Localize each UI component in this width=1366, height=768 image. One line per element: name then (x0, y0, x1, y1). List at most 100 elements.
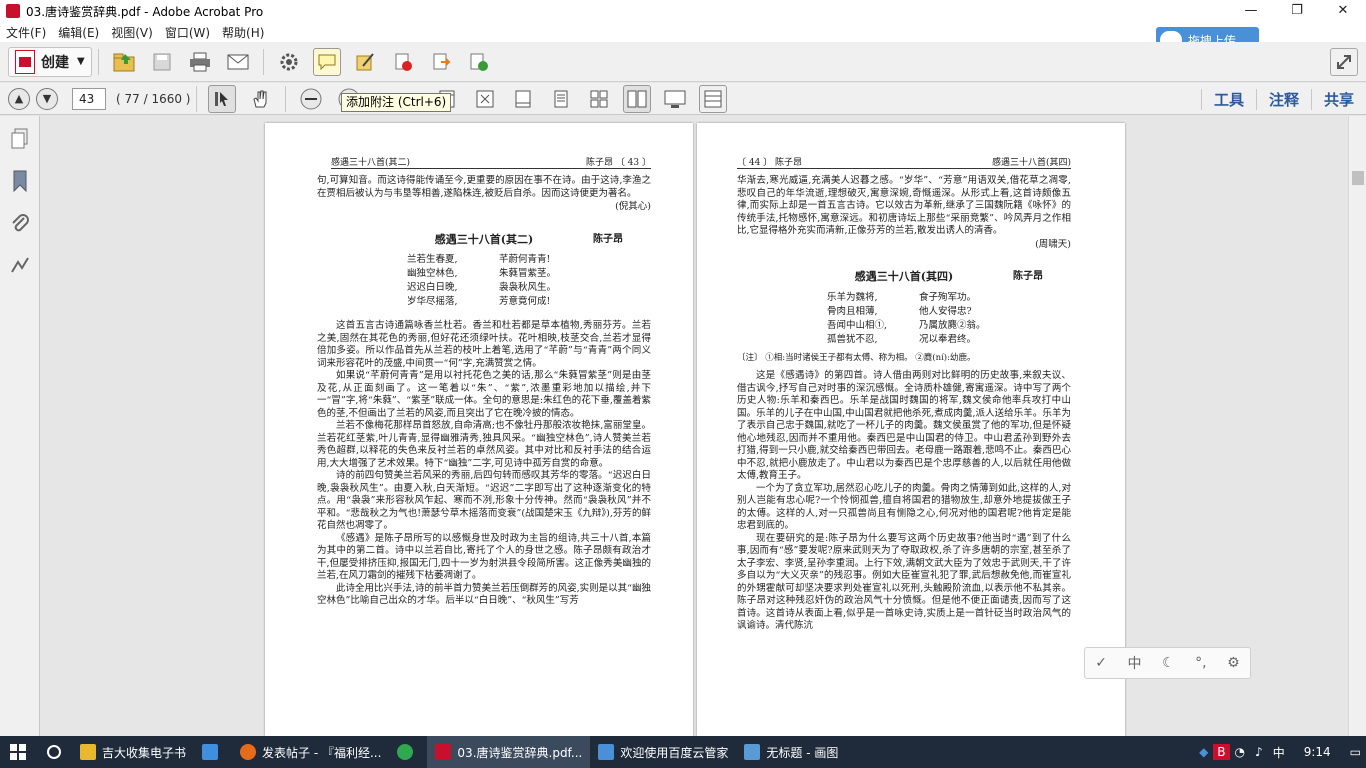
moon-icon[interactable]: ☾ (1162, 655, 1175, 671)
poem-title-text: 感遇三十八首(其四) (854, 270, 954, 283)
toolbar-divider (196, 85, 198, 112)
restore-button[interactable]: ❐ (1274, 0, 1320, 22)
poem-half: 他人安得忠? (919, 305, 972, 317)
title-bar: 03.唐诗鉴赏辞典.pdf - Adobe Acrobat Pro — ❐ ✕ (0, 0, 1366, 22)
next-page-button[interactable]: ▼ (36, 87, 58, 110)
redact-icon[interactable] (389, 48, 417, 76)
combine-icon[interactable] (465, 48, 493, 76)
expand-icon[interactable] (1330, 47, 1358, 76)
scrolling-pages-icon[interactable] (585, 85, 613, 113)
taskbar-item-app2[interactable] (389, 736, 427, 768)
taskbar-item-firefox[interactable]: 发表帖子 - 『福利经... (232, 736, 389, 768)
full-screen-icon[interactable] (661, 85, 689, 113)
poem-title-text: 感遇三十八首(其二) (434, 232, 534, 246)
tab-tools[interactable]: 工具 (1200, 88, 1256, 110)
acrobat-icon (6, 4, 20, 18)
read-mode-icon[interactable] (699, 84, 728, 113)
scrollbar-thumb[interactable] (1352, 171, 1364, 185)
email-icon[interactable] (224, 48, 252, 76)
create-button[interactable]: 创建 ▼ (8, 46, 92, 77)
taskbar-item-acrobat[interactable]: 03.唐诗鉴赏辞典.pdf... (427, 736, 591, 768)
taskbar-item-paint[interactable]: 无标题 - 画图 (736, 736, 846, 768)
comment-icon[interactable] (312, 47, 341, 76)
menu-file[interactable]: 文件(F) (0, 24, 52, 41)
author-signature: (周啸天) (1035, 238, 1071, 250)
tray-app-icon[interactable]: B (1213, 744, 1230, 760)
search-button[interactable] (36, 736, 72, 768)
gear-icon[interactable] (275, 48, 303, 76)
body-paragraph: 如果说“芊蔚何青青”是用以衬托花色之美的话,那么“朱蕤冒紫茎”则是由茎及花,从正… (317, 370, 651, 419)
taskbar-label: 欢迎使用百度云管家 (620, 745, 729, 760)
hand-tool-icon[interactable] (246, 85, 274, 113)
menu-window[interactable]: 窗口(W) (159, 24, 216, 41)
taskbar-item-folder[interactable]: 吉大收集电子书 (72, 736, 194, 768)
print-icon[interactable] (186, 48, 214, 76)
taskbar-label: 吉大收集电子书 (102, 745, 187, 760)
poem-title: 感遇三十八首(其四) 陈子昂 (737, 270, 1071, 284)
taskbar-item-baidu[interactable]: 欢迎使用百度云管家 (590, 736, 736, 768)
page-number-input[interactable]: 43 (72, 87, 106, 110)
body-paragraph: 这是《感遇诗》的第四首。诗人借由两则对比鲜明的历史故事,来叙夫议、借古讽今,抒写… (737, 370, 1071, 481)
bookmarks-icon[interactable] (10, 170, 30, 193)
baidu-cloud-icon (598, 744, 615, 760)
two-page-icon[interactable] (623, 84, 652, 113)
clock[interactable]: 9:14 (1290, 745, 1345, 759)
poem-half: 芊蔚何青青! (499, 254, 551, 265)
running-head: 感遇三十八首(其二) 陈子昂 〔 43 〕 (331, 153, 651, 169)
ime-chinese-toggle[interactable]: 中 (1128, 653, 1142, 673)
poem-line: 骨肉且相薄, 他人安得忠? (827, 306, 1071, 320)
notifications-icon[interactable]: ▭ (1345, 745, 1366, 759)
minimize-button[interactable]: — (1228, 0, 1274, 22)
document-view[interactable]: 感遇三十八首(其二) 陈子昂 〔 43 〕 句,可算知音。而这诗得能传诵至今,更… (40, 116, 1348, 736)
start-button[interactable] (0, 736, 36, 768)
poem: 兰若生春夏, 芊蔚何青青! 幽独空林色, 朱蕤冒紫茎。 迟迟白日晚, 袅袅秋风生。 岁… (407, 254, 651, 310)
tab-comment[interactable]: 注释 (1255, 88, 1311, 110)
fit-page-icon[interactable] (471, 85, 499, 113)
menu-view[interactable]: 视图(V) (105, 24, 159, 41)
ime-check-icon[interactable]: ✓ (1095, 655, 1107, 671)
poem-half: 朱蕤冒紫茎。 (499, 268, 557, 279)
menu-edit[interactable]: 编辑(E) (52, 24, 105, 41)
previous-page-button[interactable]: ▲ (8, 87, 30, 110)
signatures-icon[interactable] (10, 254, 30, 276)
fit-height-icon[interactable] (509, 85, 537, 113)
poem-line: 乐羊为魏将, 食子殉军功。 (827, 292, 1071, 306)
folder-icon (80, 744, 96, 760)
vertical-scrollbar[interactable] (1348, 116, 1366, 736)
taskbar-item-app[interactable] (194, 736, 232, 768)
ime-indicator[interactable]: 中 (1268, 744, 1290, 761)
single-page-icon[interactable] (547, 85, 575, 113)
menu-help[interactable]: 帮助(H) (216, 24, 270, 41)
attachments-icon[interactable] (10, 212, 30, 234)
punctuation-icon[interactable]: °, (1195, 655, 1206, 671)
chevron-down-icon: ▼ (77, 56, 85, 67)
export-icon[interactable] (427, 48, 455, 76)
body-paragraph: 此诗全用比兴手法,诗的前半首力赞美兰若压倒群芳的风姿,实则是以其“幽独空林色”比… (317, 582, 651, 607)
poem-half: 乐羊为魏将, (827, 291, 878, 303)
tab-share[interactable]: 共享 (1310, 88, 1366, 110)
arrow-up-icon: ▲ (14, 92, 24, 105)
open-folder-icon[interactable] (110, 48, 138, 76)
shield-icon[interactable]: ◆ (1194, 745, 1213, 759)
poem-half: 吾闻中山相①, (827, 319, 888, 331)
poem-line: 岁华尽摇落, 芳意竟何成! (407, 296, 651, 310)
zoom-out-icon[interactable] (297, 85, 325, 113)
taskbar: 吉大收集电子书 发表帖子 - 『福利经... 03.唐诗鉴赏辞典.pdf... … (0, 736, 1366, 768)
page-thumbnails-icon[interactable] (10, 128, 30, 150)
cortana-icon (47, 745, 61, 759)
poem-title: 感遇三十八首(其二) 陈子昂 (317, 232, 651, 247)
save-icon[interactable] (148, 48, 176, 76)
volume-icon[interactable]: ♪ (1250, 745, 1268, 759)
running-head-title: 感遇三十八首(其二) (331, 158, 411, 168)
sign-icon[interactable] (351, 48, 379, 76)
network-icon[interactable]: ◔ (1230, 745, 1250, 759)
body-paragraph: 华渐去,寒光威逼,充满美人迟暮之感。“岁华”、“芳意”用语双关,借花草之凋零,悲… (737, 175, 1071, 236)
select-tool-icon[interactable] (208, 84, 237, 113)
running-head-page: 〔 44 〕 陈子昂 (737, 158, 803, 168)
close-button[interactable]: ✕ (1320, 0, 1366, 22)
poem-half: 芳意竟何成! (499, 296, 551, 307)
navigation-pane (0, 116, 40, 736)
poem-half: 袅袅秋风生。 (499, 282, 557, 293)
body-paragraph: 一个为了贪立军功,居然忍心吃儿子的肉羹。骨肉之情薄到如此,这样的人,对别人岂能有… (737, 482, 1071, 532)
gear-icon[interactable]: ⚙ (1227, 655, 1240, 671)
